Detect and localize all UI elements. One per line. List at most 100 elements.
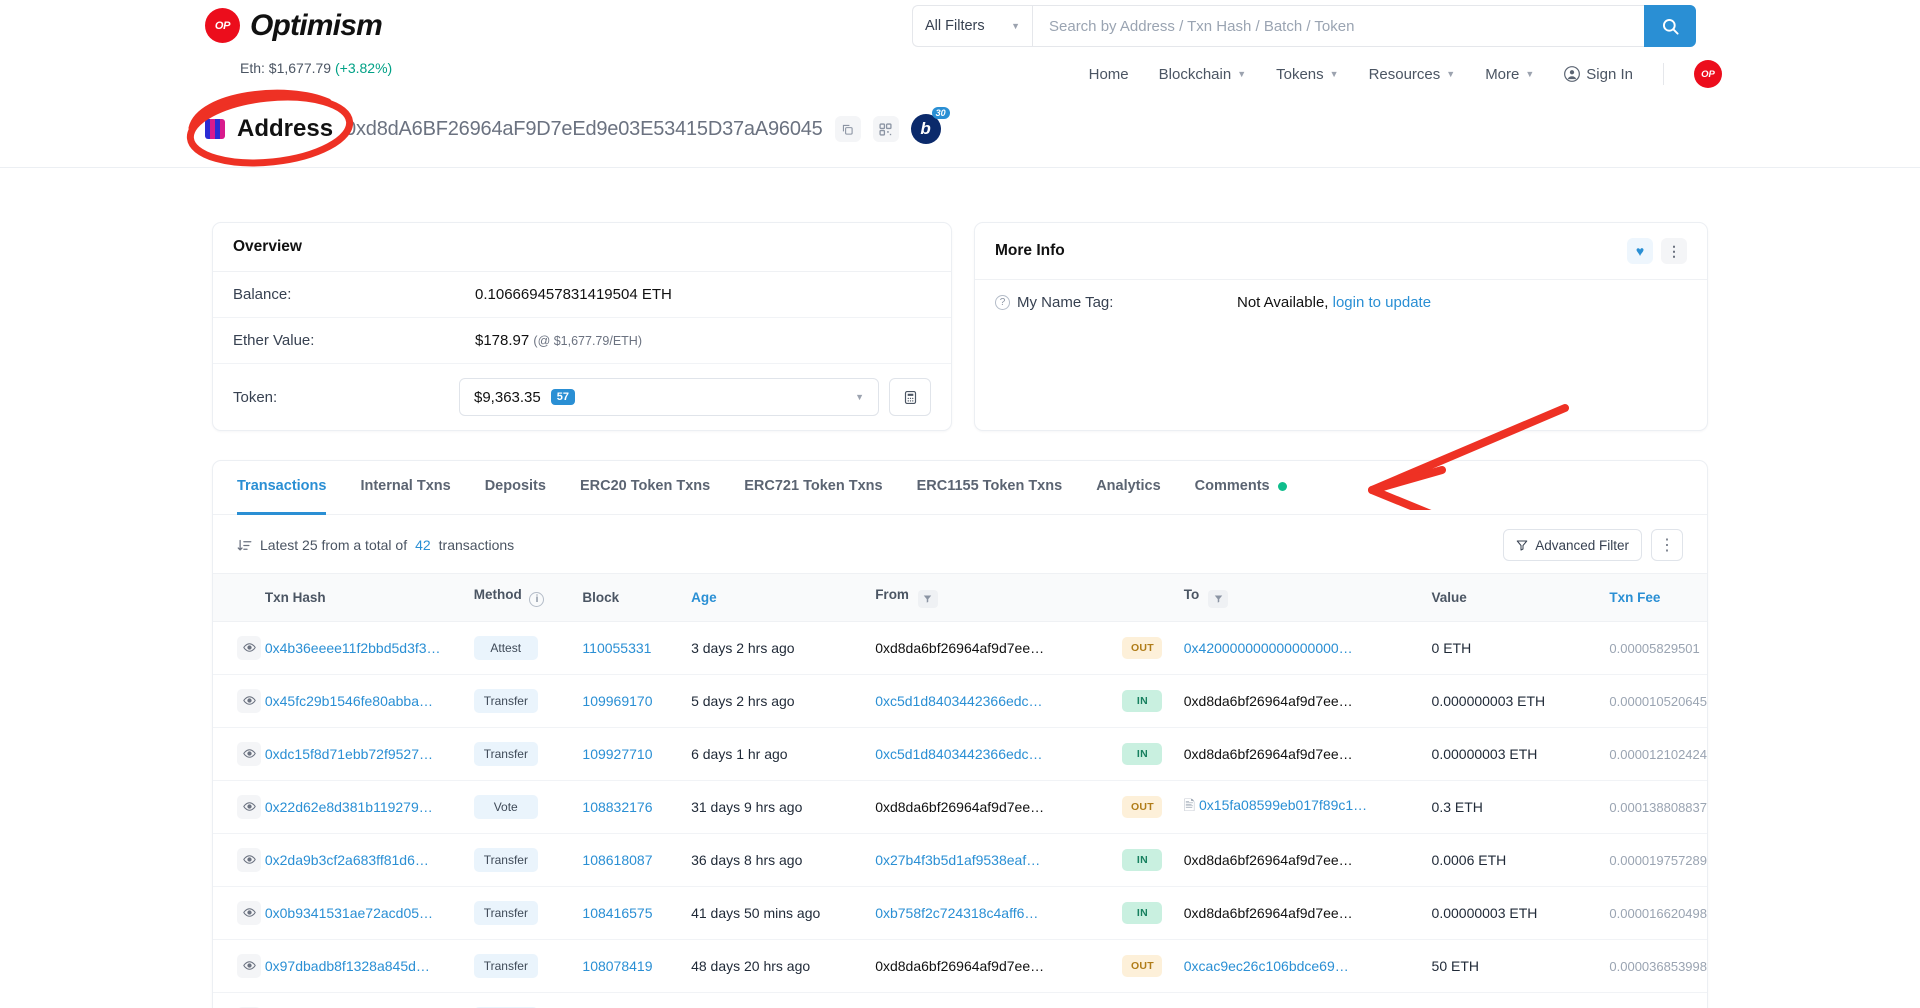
- address-hash: 0xd8dA6BF26964aF9D7eEd9e03E53415D37aA960…: [345, 117, 823, 140]
- nav-item-more[interactable]: More ▼: [1485, 66, 1534, 83]
- method-pill: Attest: [473, 635, 538, 660]
- to-address[interactable]: 0x15fa08599eb017f89c1…: [1199, 797, 1367, 813]
- nav-item-sign-in[interactable]: Sign In: [1564, 66, 1633, 83]
- preview-eye-icon[interactable]: [237, 741, 261, 766]
- tab-erc721-token-txns[interactable]: ERC721 Token Txns: [744, 461, 882, 515]
- search-input[interactable]: [1032, 5, 1644, 47]
- search-button[interactable]: [1644, 5, 1696, 47]
- kebab-menu-icon[interactable]: ⋮: [1661, 238, 1687, 264]
- advanced-filter-button[interactable]: Advanced Filter: [1503, 529, 1642, 561]
- row-block[interactable]: 108041287: [582, 992, 691, 1008]
- row-direction: IN: [1122, 886, 1184, 940]
- row-block[interactable]: 110055331: [582, 621, 692, 675]
- row-to[interactable]: 🖹 0x15fa08599eb017f89c1…: [1183, 780, 1432, 834]
- from-filter-icon[interactable]: [917, 589, 938, 608]
- row-to[interactable]: 0xcac9ec26c106bdce69…: [1184, 992, 1432, 1008]
- from-address[interactable]: 0xc5d1d8403442366edc…: [875, 746, 1042, 762]
- all-filters-select[interactable]: All Filters ▼: [912, 5, 1032, 47]
- row-block[interactable]: 109969170: [582, 674, 692, 728]
- to-address[interactable]: 0x420000000000000000…: [1184, 640, 1353, 656]
- row-from[interactable]: 0xb758f2c724318c4aff6…: [875, 886, 1123, 940]
- sort-descending-icon[interactable]: [237, 538, 252, 553]
- row-method: Transfer: [473, 886, 583, 940]
- block-link[interactable]: 109969170: [582, 693, 652, 709]
- txn-hash-link[interactable]: 0xdc15f8d71ebb72f9527…: [265, 746, 433, 762]
- preview-eye-icon[interactable]: [237, 688, 261, 713]
- row-txn-hash[interactable]: 0x4b36eeee11f2bbd5d3f3…: [264, 621, 474, 675]
- row-txn-hash[interactable]: 0x0b9341531ae72acd05…: [264, 886, 474, 940]
- nav-item-home[interactable]: Home: [1089, 66, 1129, 83]
- brand-logo[interactable]: OP Optimism: [205, 8, 383, 43]
- col-age[interactable]: Age: [691, 573, 876, 622]
- all-filters-label: All Filters: [925, 18, 985, 34]
- preview-eye-icon[interactable]: [237, 953, 261, 978]
- tab-erc1155-token-txns[interactable]: ERC1155 Token Txns: [917, 461, 1063, 515]
- more-info-spacer: [975, 325, 1707, 387]
- contract-doc-icon: 🖹: [1183, 796, 1196, 813]
- summary-total-count[interactable]: 42: [415, 537, 431, 553]
- row-age: 3 days 2 hrs ago: [691, 621, 876, 675]
- row-txn-hash[interactable]: 0x97dbadb8f1328a845d…: [264, 939, 474, 993]
- nav-item-resources[interactable]: Resources ▼: [1369, 66, 1456, 83]
- row-txn-hash[interactable]: 0x22d62e8d381b119279…: [264, 780, 474, 834]
- preview-eye-icon[interactable]: [237, 900, 261, 925]
- tab-internal-txns[interactable]: Internal Txns: [360, 461, 450, 515]
- txn-hash-link[interactable]: 0x4b36eeee11f2bbd5d3f3…: [265, 640, 441, 656]
- row-from[interactable]: 0xc5d1d8403442366edc…: [875, 727, 1123, 781]
- to-address[interactable]: 0xcac9ec26c106bdce69…: [1184, 958, 1349, 974]
- copy-icon[interactable]: [834, 116, 861, 142]
- login-to-update-link[interactable]: login to update: [1333, 294, 1431, 311]
- nav-item-blockchain[interactable]: Blockchain ▼: [1159, 66, 1246, 83]
- block-link[interactable]: 108416575: [582, 905, 652, 921]
- preview-eye-icon[interactable]: [237, 794, 261, 819]
- tab-transactions[interactable]: Transactions: [237, 461, 327, 515]
- row-to[interactable]: 0x420000000000000000…: [1183, 621, 1432, 675]
- preview-eye-icon[interactable]: [237, 847, 261, 872]
- txn-hash-link[interactable]: 0x0b9341531ae72acd05…: [265, 905, 433, 921]
- row-block[interactable]: 109927710: [582, 727, 692, 781]
- txn-hash-link[interactable]: 0x2da9b3cf2a683ff81d6…: [265, 852, 429, 868]
- heart-icon[interactable]: ♥: [1627, 238, 1653, 264]
- tab-deposits[interactable]: Deposits: [485, 461, 546, 515]
- from-address[interactable]: 0x27b4f3b5d1af9538eaf…: [875, 852, 1040, 868]
- row-to[interactable]: 0xcac9ec26c106bdce69…: [1183, 939, 1432, 993]
- tab-erc20-token-txns[interactable]: ERC20 Token Txns: [580, 461, 710, 515]
- txn-hash-link[interactable]: 0x22d62e8d381b119279…: [265, 799, 433, 815]
- row-from[interactable]: 0xc5d1d8403442366edc…: [875, 674, 1123, 728]
- row-block[interactable]: 108416575: [582, 886, 692, 940]
- row-txn-hash[interactable]: 0xfa13684ba4c699cd2bc…: [265, 992, 474, 1008]
- token-dropdown[interactable]: $9,363.35 57 ▼: [459, 378, 879, 416]
- row-txn-hash[interactable]: 0x45fc29b1546fe80abba…: [264, 674, 474, 728]
- tab-analytics[interactable]: Analytics: [1096, 461, 1160, 515]
- row-txn-hash[interactable]: 0x2da9b3cf2a683ff81d6…: [264, 833, 474, 887]
- qr-code-icon[interactable]: [872, 116, 899, 142]
- block-link[interactable]: 110055331: [582, 640, 651, 656]
- calculator-icon[interactable]: [889, 378, 931, 416]
- preview-eye-icon[interactable]: [237, 635, 261, 660]
- from-address[interactable]: 0xc5d1d8403442366edc…: [875, 693, 1042, 709]
- row-txn-hash[interactable]: 0xdc15f8d71ebb72f9527…: [264, 727, 474, 781]
- txn-hash-link[interactable]: 0x45fc29b1546fe80abba…: [265, 693, 433, 709]
- block-link[interactable]: 108618087: [582, 852, 652, 868]
- block-link[interactable]: 108832176: [582, 799, 652, 815]
- block-link[interactable]: 109927710: [582, 746, 652, 762]
- transactions-panel: Transactions Internal Txns Deposits ERC2…: [212, 460, 1708, 1008]
- nav-item-tokens[interactable]: Tokens ▼: [1276, 66, 1338, 83]
- to-filter-icon[interactable]: [1208, 589, 1229, 608]
- help-icon[interactable]: ?: [995, 295, 1010, 310]
- row-block[interactable]: 108078419: [582, 939, 692, 993]
- info-icon[interactable]: i: [529, 592, 545, 608]
- row-block[interactable]: 108832176: [582, 780, 692, 834]
- txn-hash-link[interactable]: 0x97dbadb8f1328a845d…: [265, 958, 430, 974]
- tab-comments[interactable]: Comments: [1195, 461, 1287, 515]
- col-txn-fee[interactable]: Txn Fee: [1609, 573, 1707, 622]
- row-from[interactable]: 0x27b4f3b5d1af9538eaf…: [875, 833, 1123, 887]
- block-link[interactable]: 108078419: [582, 958, 652, 974]
- row-block[interactable]: 108618087: [582, 833, 692, 887]
- optimism-logo-icon: OP: [205, 8, 240, 43]
- blockscan-chat-icon[interactable]: b 30: [910, 107, 950, 144]
- from-address[interactable]: 0xb758f2c724318c4aff6…: [875, 905, 1038, 921]
- avatar[interactable]: OP: [1694, 60, 1722, 88]
- table-kebab-menu-icon[interactable]: ⋮: [1651, 529, 1683, 561]
- row-direction: OUT: [1122, 621, 1184, 675]
